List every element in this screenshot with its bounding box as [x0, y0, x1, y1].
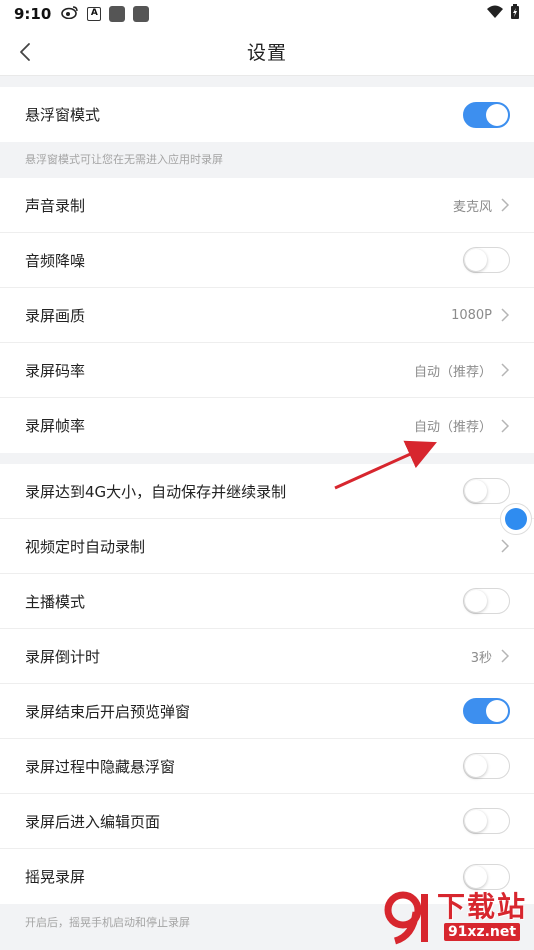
title-bar: 设置 [0, 28, 534, 76]
hide-float-toggle[interactable] [463, 753, 510, 779]
chevron-right-icon [501, 649, 510, 663]
toggle-knob [465, 810, 487, 832]
floating-mode-toggle[interactable] [463, 101, 510, 128]
row-auto-save-4g: 录屏达到4G大小，自动保存并继续录制 [0, 464, 534, 519]
notification-icon-2 [133, 6, 150, 22]
row-countdown[interactable]: 录屏倒计时 3秒 [0, 629, 534, 684]
battery-icon [510, 4, 520, 24]
row-label: 音频降噪 [25, 251, 86, 270]
row-label: 录屏倒计时 [25, 647, 101, 666]
toggle-knob [465, 480, 487, 502]
row-hide-float: 录屏过程中隐藏悬浮窗 [0, 739, 534, 794]
toggle-knob [486, 700, 508, 722]
section-floating: 悬浮窗模式 [0, 87, 534, 142]
chevron-right-icon [501, 308, 510, 322]
framerate-value: 自动（推荐） [413, 420, 492, 435]
quality-value: 1080P [451, 307, 492, 323]
row-label: 悬浮窗模式 [25, 106, 101, 124]
floating-record-ball[interactable] [500, 503, 532, 535]
toggle-knob [465, 249, 487, 271]
row-enter-editor: 录屏后进入编辑页面 [0, 794, 534, 849]
row-noise-reduction: 音频降噪 [0, 233, 534, 288]
a-notification-icon: A [87, 7, 102, 21]
row-audio-record[interactable]: 声音录制 麦克风 [0, 178, 534, 233]
site-watermark: 下载站 91xz.net [383, 885, 533, 947]
section-gap [0, 453, 534, 464]
audio-record-value: 麦克风 [452, 199, 492, 215]
section-recording: 声音录制 麦克风 音频降噪 录屏画质 1080P 录屏码率 自动（推荐） 录屏帧… [0, 178, 534, 453]
row-bitrate[interactable]: 录屏码率 自动（推荐） [0, 343, 534, 398]
watermark-url: 91xz.net [443, 923, 521, 941]
row-label: 录屏帧率 [25, 417, 86, 435]
row-preview-popup: 录屏结束后开启预览弹窗 [0, 684, 534, 739]
row-quality[interactable]: 录屏画质 1080P [0, 288, 534, 343]
enter-editor-toggle[interactable] [463, 808, 510, 834]
row-label: 主播模式 [25, 592, 86, 611]
chevron-right-icon [501, 418, 510, 433]
row-scheduled-record[interactable]: 视频定时自动录制 [0, 519, 534, 574]
status-bar: 9:10 A [0, 0, 534, 28]
row-framerate[interactable]: 录屏帧率 自动（推荐） [0, 398, 534, 453]
weibo-icon [61, 5, 79, 23]
watermark-brand: 下载站 [437, 890, 528, 923]
wifi-icon [486, 5, 504, 23]
row-label: 录屏结束后开启预览弹窗 [25, 702, 191, 721]
back-arrow-icon[interactable] [14, 40, 38, 64]
notification-icon [109, 6, 126, 22]
chevron-right-icon [501, 363, 510, 377]
bitrate-value: 自动（推荐） [413, 364, 492, 380]
row-label: 摇晃录屏 [25, 868, 86, 886]
toggle-knob [486, 103, 508, 126]
countdown-value: 3秒 [470, 650, 492, 666]
chevron-right-icon [501, 198, 510, 212]
row-floating-mode: 悬浮窗模式 [0, 87, 534, 142]
row-label: 声音录制 [25, 196, 86, 215]
row-label: 录屏后进入编辑页面 [25, 812, 161, 831]
row-label: 录屏过程中隐藏悬浮窗 [25, 757, 176, 776]
section-gap [0, 76, 534, 87]
page-title: 设置 [246, 42, 287, 64]
section-advanced: 录屏达到4G大小，自动保存并继续录制 视频定时自动录制 主播模式 录屏倒计时 3… [0, 464, 534, 904]
noise-reduction-toggle[interactable] [463, 247, 510, 273]
row-label: 录屏画质 [25, 306, 86, 325]
row-label: 录屏达到4G大小，自动保存并继续录制 [25, 482, 287, 501]
toggle-knob [465, 590, 487, 612]
auto-save-4g-toggle[interactable] [463, 478, 510, 504]
preview-popup-toggle[interactable] [463, 698, 510, 724]
record-dot-icon [505, 508, 527, 530]
row-label: 录屏码率 [25, 361, 86, 380]
chevron-right-icon [501, 539, 510, 553]
row-streamer-mode: 主播模式 [0, 574, 534, 629]
toggle-knob [465, 755, 487, 777]
row-label: 视频定时自动录制 [25, 537, 146, 556]
streamer-mode-toggle[interactable] [463, 588, 510, 614]
watermark-logo-icon [384, 891, 428, 945]
floating-hint: 悬浮窗模式可让您在无需进入应用时录屏 [0, 142, 534, 178]
status-time: 9:10 [14, 5, 52, 23]
